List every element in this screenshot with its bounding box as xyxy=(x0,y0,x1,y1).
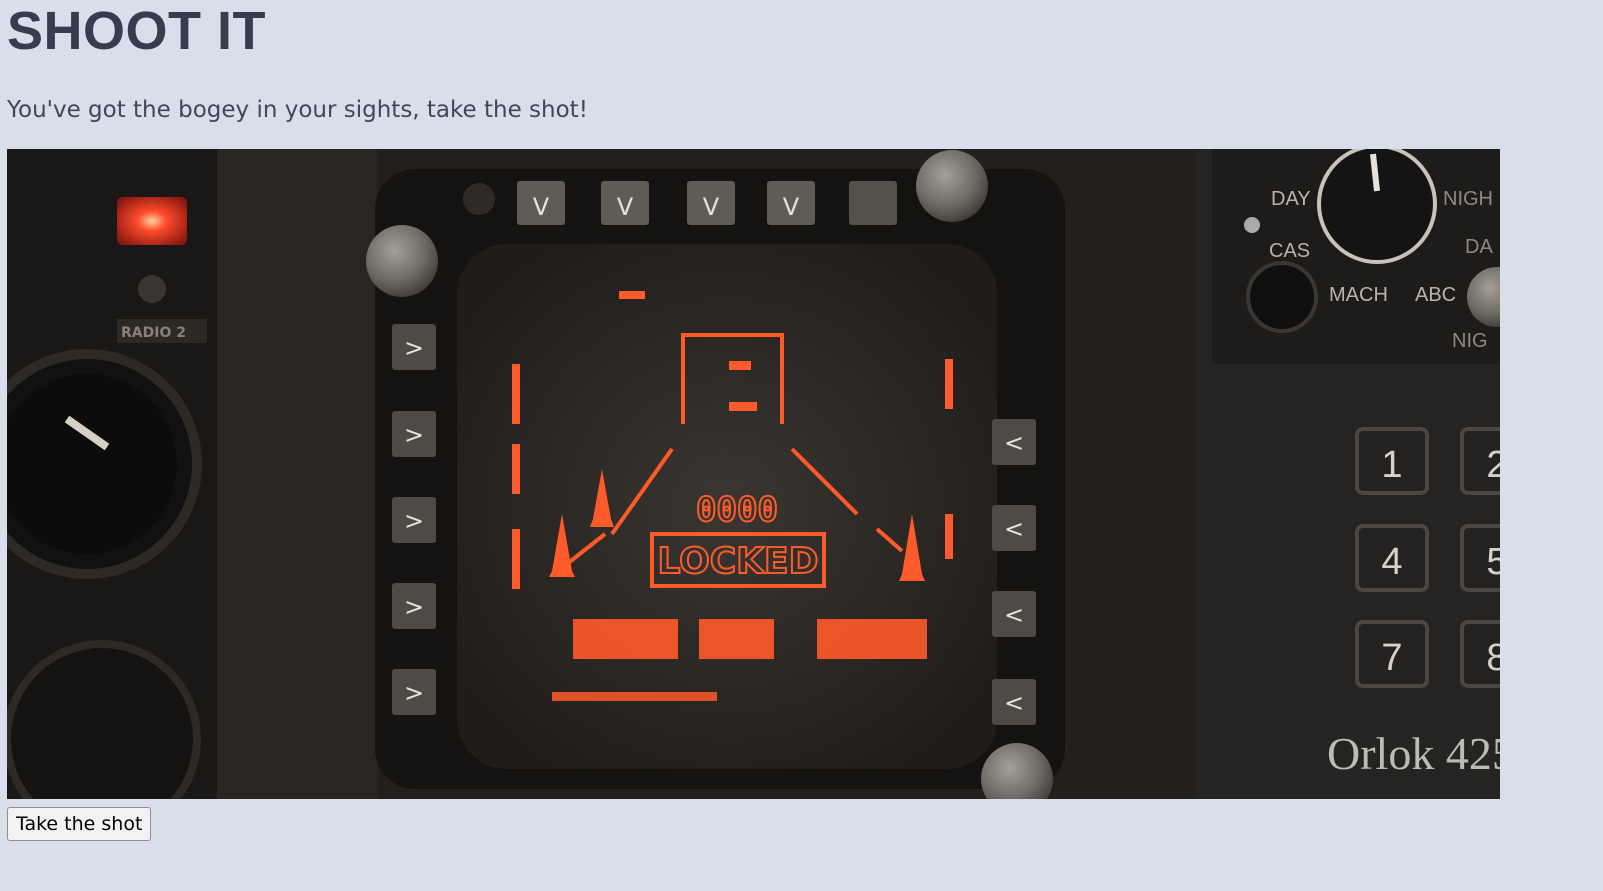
key-label: 1 xyxy=(1381,444,1402,486)
radio-label: RADIO 2 xyxy=(121,325,186,341)
nig-label: NIG xyxy=(1452,330,1488,352)
cockpit-image: RADIO 2 V V V V > > > > > < < < < 0000 L… xyxy=(7,149,1500,799)
take-shot-button[interactable]: Take the shot xyxy=(7,807,152,841)
soft-key-label: > xyxy=(404,334,424,362)
key-label: 2 xyxy=(1486,444,1500,486)
key-label: 5 xyxy=(1486,541,1500,583)
soft-key-label: V xyxy=(533,193,550,221)
da-label: DA xyxy=(1465,236,1493,258)
page-subtitle: You've got the bogey in your sights, tak… xyxy=(7,97,588,123)
mach-label: MACH xyxy=(1329,284,1388,306)
soft-key-label: V xyxy=(783,193,800,221)
page-title: SHOOT IT xyxy=(7,1,266,61)
locked-status: LOCKED xyxy=(657,541,818,582)
abc-label: ABC xyxy=(1415,284,1456,306)
soft-key-label: > xyxy=(404,507,424,535)
soft-key-label: < xyxy=(1004,515,1024,543)
night-label: NIGH xyxy=(1443,188,1493,210)
soft-key-label: < xyxy=(1004,689,1024,717)
cas-label: CAS xyxy=(1269,240,1310,262)
soft-key-label: V xyxy=(703,193,720,221)
soft-key-label: < xyxy=(1004,429,1024,457)
bezel-knob-top-right xyxy=(916,150,988,222)
lock-counter: 0000 xyxy=(696,490,778,530)
bezel-knob-top-left xyxy=(366,225,438,297)
key-label: 7 xyxy=(1381,637,1402,679)
red-warning-lamp xyxy=(117,197,187,245)
key-label: 8 xyxy=(1486,637,1500,679)
key-label: 4 xyxy=(1381,541,1402,583)
soft-key-label: > xyxy=(404,593,424,621)
soft-key-label: > xyxy=(404,679,424,707)
soft-key-label: V xyxy=(617,193,634,221)
lower-gauge xyxy=(7,640,201,799)
soft-key-label: < xyxy=(1004,601,1024,629)
day-label: DAY xyxy=(1271,188,1311,210)
keypad: 1 2 4 5 7 8 xyxy=(1355,427,1500,688)
watermark: Orlok 425 xyxy=(1327,728,1500,779)
soft-key-label: > xyxy=(404,421,424,449)
